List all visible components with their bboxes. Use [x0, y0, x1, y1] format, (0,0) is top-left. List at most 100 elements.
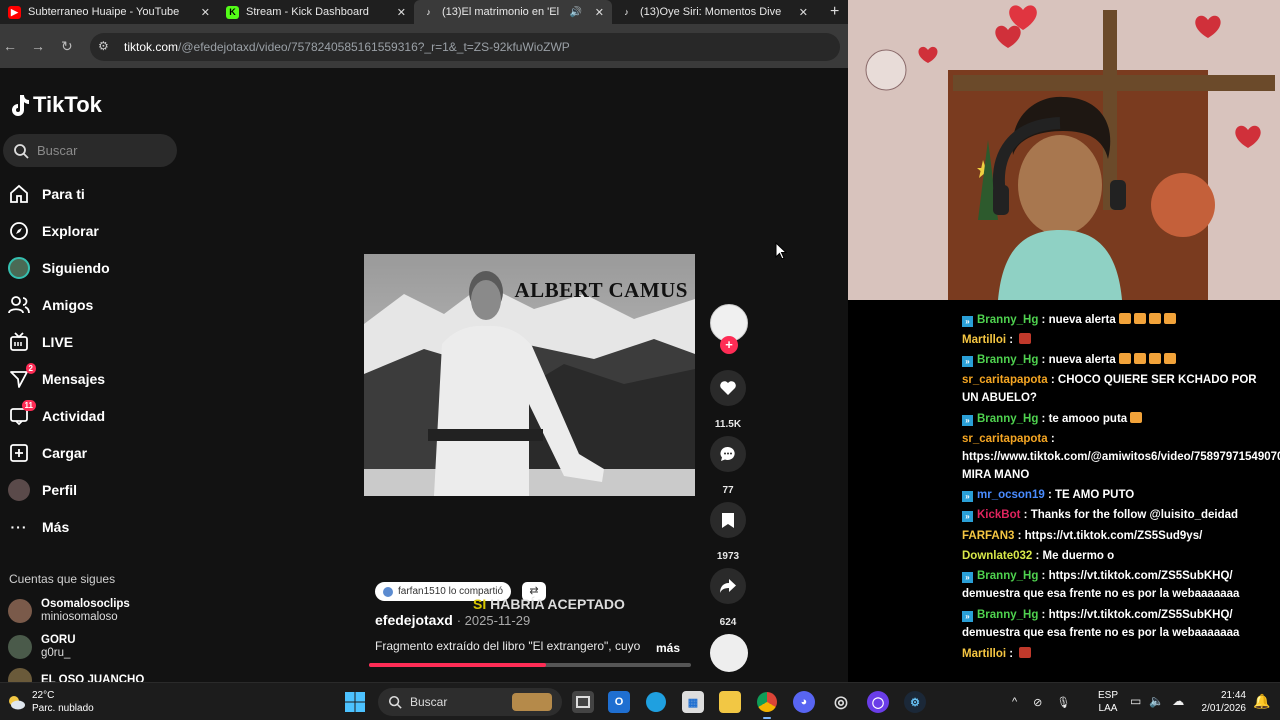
microphone-icon[interactable]: 🎙 [1056, 696, 1070, 709]
nav-mensajes[interactable]: 2 Mensajes [8, 363, 105, 392]
clock[interactable]: 21:44 2/01/2026 [1196, 689, 1247, 715]
video-progress-bar[interactable] [369, 663, 691, 667]
volume-icon[interactable]: 🔈 [1149, 694, 1164, 708]
nav-siguiendo[interactable]: Siguiendo [8, 255, 110, 281]
tab-tiktok-2[interactable]: ♪ (13)Oye Siri: Momentos Divertid ✕ [612, 0, 816, 24]
tab-kick[interactable]: K Stream - Kick Dashboard ✕ [218, 0, 414, 24]
reload-icon[interactable]: ↻ [61, 38, 73, 55]
chat-badge-icon: » [962, 316, 973, 327]
tab-title: Stream - Kick Dashboard [246, 6, 369, 18]
chat-username[interactable]: Martilloi [962, 648, 1006, 660]
file-explorer-icon[interactable] [719, 691, 741, 713]
chat-emote-icon [1019, 333, 1032, 344]
followed-account[interactable]: GORU g0ru_ [8, 634, 76, 660]
chat-username[interactable]: KickBot [977, 509, 1020, 521]
like-action[interactable]: 11.5K [707, 370, 749, 430]
share-action[interactable]: 624 [707, 568, 749, 628]
store-icon[interactable]: ▦ [682, 691, 704, 713]
nav-mas[interactable]: ··· Más [8, 514, 70, 540]
speaker-icon[interactable]: 🔊 [570, 7, 582, 18]
tray-overflow-icon[interactable]: ^ [1012, 696, 1017, 708]
chat-message: sr_caritapapota : https://www.tiktok.com… [962, 430, 1280, 484]
search-input[interactable]: Buscar [3, 134, 177, 167]
nav-cargar[interactable]: Cargar [8, 440, 87, 466]
chat-message: Martilloi : [962, 331, 1274, 349]
chat-username[interactable]: Downlate032 [962, 550, 1032, 562]
activity-icon: 11 [8, 400, 36, 427]
follow-plus-icon[interactable]: + [720, 336, 738, 354]
nav-explorar[interactable]: Explorar [8, 218, 99, 244]
chat-emote-icon [1118, 313, 1131, 324]
windows-start-icon[interactable] [345, 692, 365, 712]
chat-message: » mr_ocson19 : TE AMO PUTO [962, 486, 1274, 504]
nav-para-ti[interactable]: Para ti [8, 181, 85, 207]
task-view-icon[interactable] [572, 691, 594, 713]
app-icon[interactable]: ◯ [867, 691, 889, 713]
taskbar-search[interactable]: Buscar [378, 688, 562, 716]
tiktok-icon: ♪ [426, 7, 431, 17]
close-icon[interactable]: ✕ [201, 6, 210, 19]
security-icon[interactable]: ⊘ [1033, 696, 1042, 709]
chrome-icon[interactable] [756, 691, 778, 719]
avatar [8, 635, 32, 659]
tiktok-logo[interactable]: TikTok [9, 92, 102, 118]
followed-account[interactable]: Osomalosoclips miniosomaloso [8, 598, 130, 624]
followed-account[interactable]: EL OSO JUANCHO [8, 668, 144, 682]
upload-icon [8, 442, 30, 464]
comment-action[interactable]: 77 [707, 436, 749, 496]
heart-icon[interactable] [710, 370, 746, 406]
close-icon[interactable]: ✕ [799, 6, 808, 19]
url-field[interactable]: ⚙ tiktok.com/@efedejotaxd/video/75782405… [90, 33, 840, 61]
next-video-avatar[interactable] [710, 634, 748, 672]
close-icon[interactable]: ✕ [595, 6, 604, 19]
sharer-avatar [383, 586, 393, 597]
tab-tiktok-active[interactable]: ♪ (13)El matrimonio en 'El ext 🔊 ✕ [414, 0, 612, 24]
nav-actividad[interactable]: 11 Actividad [8, 400, 105, 429]
weather-widget[interactable]: 22°C Parc. nublado [6, 689, 94, 715]
chat-username[interactable]: Branny_Hg [977, 413, 1038, 425]
chat-username[interactable]: mr_ocson19 [977, 489, 1045, 501]
nav-live[interactable]: LIVE [8, 329, 73, 355]
edge-icon[interactable] [645, 691, 667, 713]
nav-amigos[interactable]: Amigos [8, 292, 93, 318]
chat-message: sr_caritapapota : CHOCO QUIERE SER KCHAD… [962, 374, 1257, 404]
chat-username[interactable]: sr_caritapapota [962, 433, 1048, 445]
video-author[interactable]: efedejotaxd · 2025-11-29 [375, 612, 530, 628]
nav-perfil[interactable]: Perfil [8, 477, 77, 503]
forward-icon[interactable]: → [31, 38, 45, 54]
bookmark-icon[interactable] [710, 502, 746, 538]
obs-icon[interactable]: ◎ [830, 691, 852, 713]
save-action[interactable]: 1973 [707, 502, 749, 562]
chat-username[interactable]: FARFAN3 [962, 530, 1014, 542]
more-button[interactable]: más [656, 641, 680, 655]
notification-bell-icon[interactable]: 🔔 [1253, 693, 1270, 710]
new-tab-icon[interactable]: + [830, 3, 839, 21]
chat-username[interactable]: sr_caritapapota [962, 374, 1048, 386]
search-icon [14, 143, 29, 159]
chat-username[interactable]: Branny_Hg [977, 354, 1038, 366]
comment-count: 77 [722, 485, 734, 496]
share-icon[interactable] [710, 568, 746, 604]
steam-icon[interactable]: ⚙ [904, 691, 926, 713]
site-settings-icon[interactable]: ⚙ [98, 39, 114, 55]
temperature: 22°C [32, 690, 55, 701]
chat-text: nueva alerta [1048, 314, 1116, 326]
display-icon[interactable]: ▭ [1130, 694, 1141, 708]
cloud-icon[interactable]: ☁ [1172, 694, 1184, 708]
back-icon[interactable]: ← [3, 38, 17, 54]
outlook-icon[interactable]: O [608, 691, 630, 713]
chat-username[interactable]: Martilloi [962, 334, 1006, 346]
comment-icon[interactable] [710, 436, 746, 472]
close-icon[interactable]: ✕ [397, 6, 406, 19]
discord-icon[interactable]: ◕ [793, 691, 815, 713]
chat-text: https://vt.tiktok.com/ZS5Sud9ys/ [1024, 530, 1203, 542]
chat-badge-icon: » [962, 572, 973, 583]
video-player[interactable]: ALBERT CAMUS [364, 254, 695, 496]
browser-tab-bar: ▶ Subterraneo Huaipe - YouTube ✕ K Strea… [0, 0, 848, 24]
chat-username[interactable]: Branny_Hg [977, 314, 1038, 326]
chat-username[interactable]: Branny_Hg [977, 609, 1038, 621]
tab-youtube[interactable]: ▶ Subterraneo Huaipe - YouTube ✕ [0, 0, 218, 24]
chat-emote-icon [1133, 313, 1146, 324]
language-indicator[interactable]: ESP LAA [1098, 689, 1118, 715]
chat-username[interactable]: Branny_Hg [977, 570, 1038, 582]
